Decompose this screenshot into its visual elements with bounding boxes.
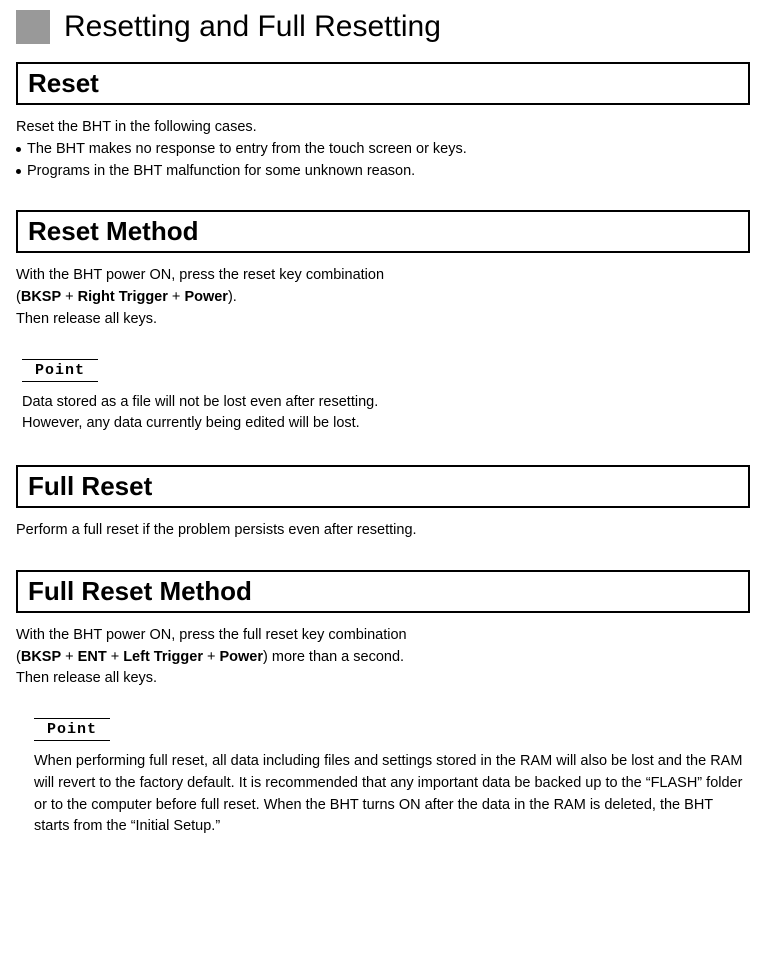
combo-close: ) more than a second. — [263, 649, 404, 665]
point1-line1: Data stored as a file will not be lost e… — [22, 394, 378, 410]
page-title: Resetting and Full Resetting — [64, 10, 441, 44]
point-label: Point — [34, 718, 110, 741]
key-right-trigger: Right Trigger — [78, 289, 168, 305]
full-reset-line1: Perform a full reset if the problem pers… — [16, 520, 750, 542]
plus-sep: + — [203, 649, 220, 665]
key-power: Power — [184, 289, 228, 305]
reset-method-body: With the BHT power ON, press the reset k… — [16, 265, 750, 330]
reset-bullet-2-text: Programs in the BHT malfunction for some… — [27, 161, 415, 183]
plus-sep: + — [168, 289, 185, 305]
full-reset-method-line1: With the BHT power ON, press the full re… — [16, 625, 750, 647]
key-power: Power — [220, 649, 264, 665]
reset-bullet-1: The BHT makes no response to entry from … — [16, 139, 750, 161]
key-left-trigger: Left Trigger — [123, 649, 203, 665]
plus-sep: + — [107, 649, 124, 665]
section-heading-reset-method: Reset Method — [16, 210, 750, 253]
point-box-1: Point Data stored as a file will not be … — [22, 359, 750, 436]
full-reset-body: Perform a full reset if the problem pers… — [16, 520, 750, 542]
full-reset-method-combo: (BKSP + ENT + Left Trigger + Power) more… — [16, 647, 750, 669]
bullet-dot-icon — [16, 147, 21, 152]
key-bksp: BKSP — [21, 649, 61, 665]
reset-bullet-1-text: The BHT makes no response to entry from … — [27, 139, 467, 161]
combo-close: ). — [228, 289, 237, 305]
title-box-icon — [16, 10, 50, 44]
full-reset-method-line3: Then release all keys. — [16, 668, 750, 690]
reset-method-line3: Then release all keys. — [16, 309, 750, 331]
plus-sep: + — [61, 289, 78, 305]
reset-method-combo: (BKSP + Right Trigger + Power). — [16, 287, 750, 309]
section-heading-full-reset: Full Reset — [16, 465, 750, 508]
reset-intro: Reset the BHT in the following cases. — [16, 117, 750, 139]
key-bksp: BKSP — [21, 289, 61, 305]
reset-bullet-2: Programs in the BHT malfunction for some… — [16, 161, 750, 183]
reset-body: Reset the BHT in the following cases. Th… — [16, 117, 750, 182]
point-box-2: Point When performing full reset, all da… — [34, 718, 750, 838]
page-title-row: Resetting and Full Resetting — [16, 10, 750, 44]
section-heading-reset: Reset — [16, 62, 750, 105]
point-text-2: When performing full reset, all data inc… — [34, 751, 750, 838]
key-ent: ENT — [78, 649, 107, 665]
point-text-1: Data stored as a file will not be lost e… — [22, 392, 750, 436]
full-reset-method-body: With the BHT power ON, press the full re… — [16, 625, 750, 690]
point1-line2: However, any data currently being edited… — [22, 415, 360, 431]
section-heading-full-reset-method: Full Reset Method — [16, 570, 750, 613]
bullet-dot-icon — [16, 169, 21, 174]
reset-method-line1: With the BHT power ON, press the reset k… — [16, 265, 750, 287]
point-label: Point — [22, 359, 98, 382]
plus-sep: + — [61, 649, 78, 665]
